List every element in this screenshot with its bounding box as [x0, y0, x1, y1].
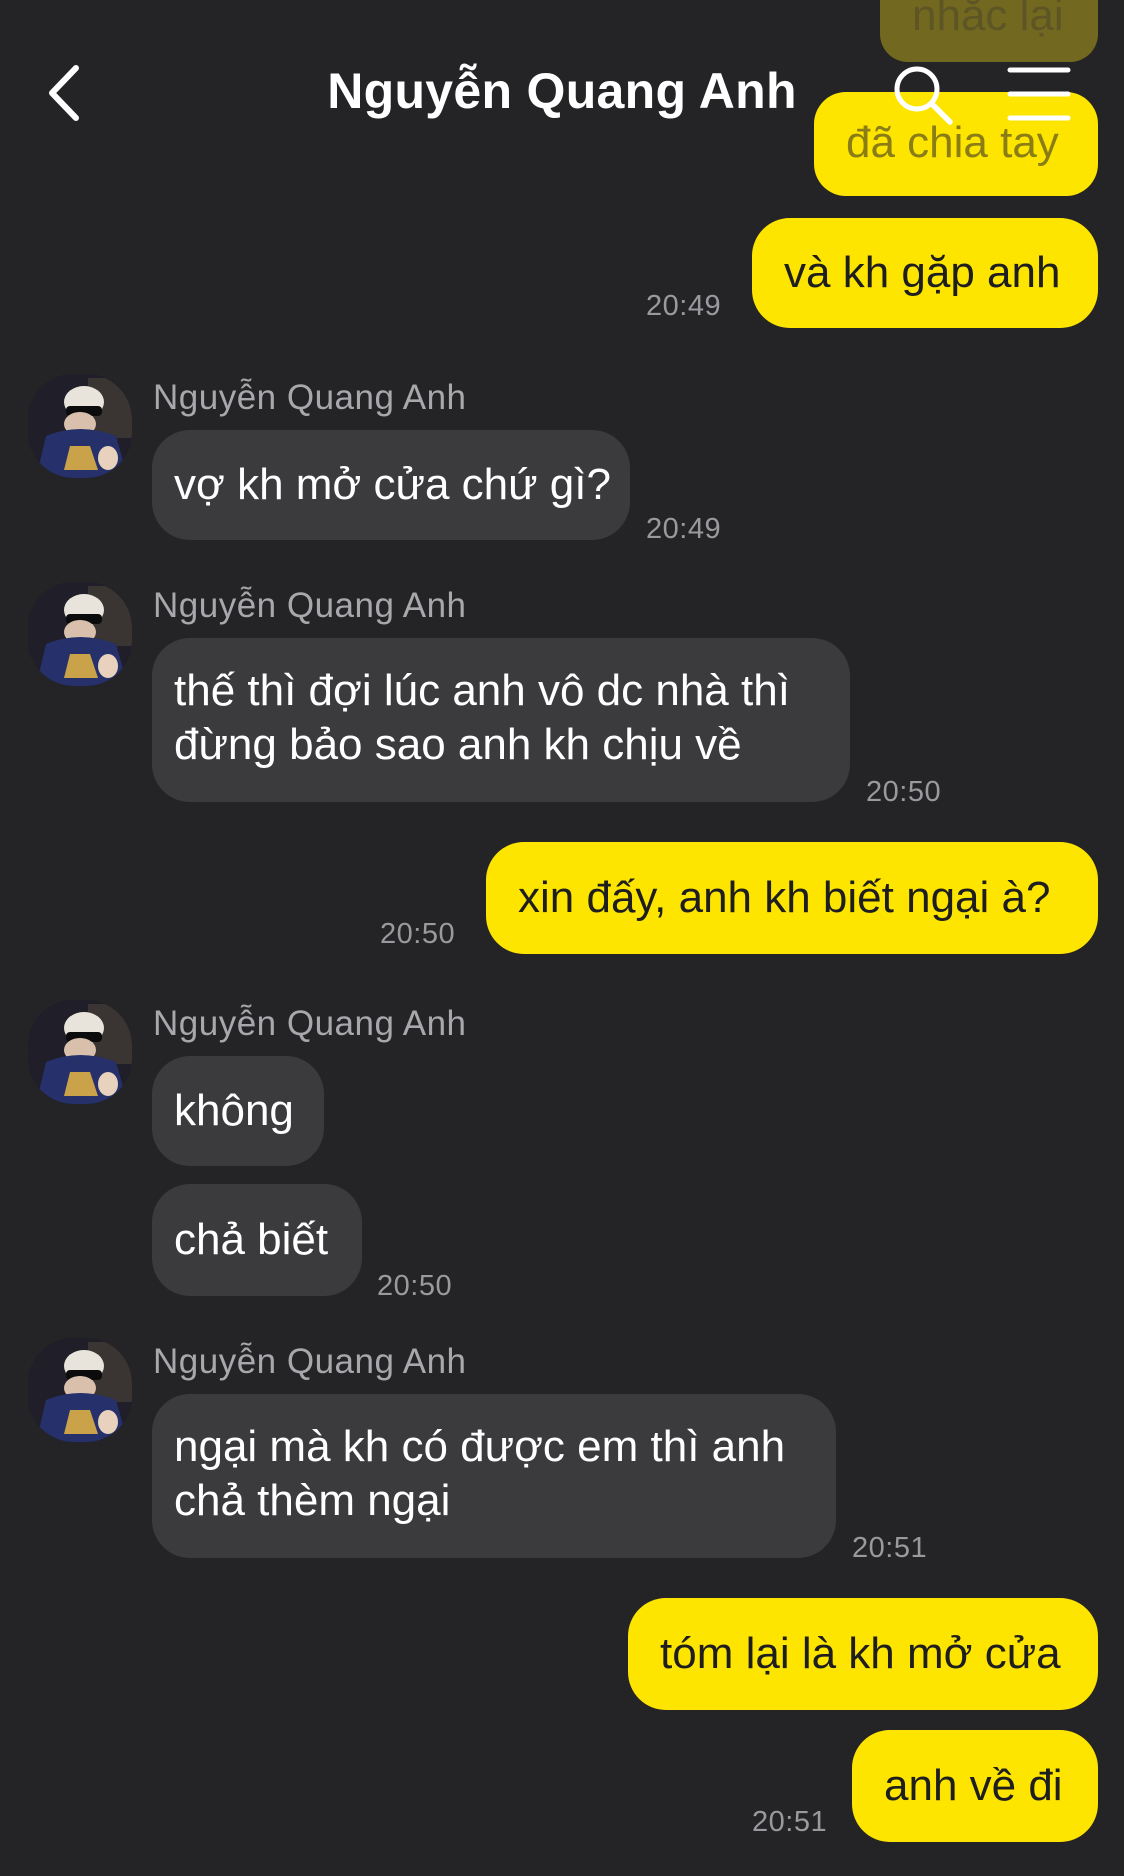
hamburger-menu-icon[interactable]: [1006, 64, 1072, 124]
message-text: tóm lại là kh mở cửa: [660, 1629, 1061, 1678]
message-text: chả biết: [174, 1215, 329, 1264]
avatar[interactable]: [28, 374, 132, 478]
avatar[interactable]: [28, 1338, 132, 1442]
message-timestamp: 20:51: [852, 1532, 928, 1564]
message-text: không: [174, 1086, 294, 1135]
chat-window: nhắc lại đã chia tay Nguyễn Quang Anh và…: [0, 0, 1124, 1876]
message-text: anh về đi: [884, 1761, 1063, 1810]
message-text-line: thế thì đợi lúc anh vô dc nhà thì: [174, 666, 790, 715]
message-bubble-incoming[interactable]: không: [152, 1056, 324, 1166]
chat-header: Nguyễn Quang Anh: [0, 0, 1124, 190]
message-text-line: đừng bảo sao anh kh chịu về: [174, 720, 742, 769]
sender-name: Nguyễn Quang Anh: [153, 1342, 467, 1381]
message-bubble-incoming[interactable]: thế thì đợi lúc anh vô dc nhà thì đừng b…: [152, 638, 850, 802]
sender-name: Nguyễn Quang Anh: [153, 1004, 467, 1043]
message-timestamp: 20:50: [866, 776, 942, 808]
message-timestamp: 20:49: [646, 513, 722, 545]
message-bubble-outgoing[interactable]: và kh gặp anh: [752, 218, 1098, 328]
message-timestamp: 20:50: [377, 1270, 453, 1302]
message-bubble-incoming[interactable]: vợ kh mở cửa chứ gì?: [152, 430, 630, 540]
sender-name: Nguyễn Quang Anh: [153, 586, 467, 625]
sender-name: Nguyễn Quang Anh: [153, 378, 467, 417]
message-text: và kh gặp anh: [784, 248, 1061, 297]
message-timestamp: 20:50: [380, 918, 456, 950]
message-bubble-outgoing[interactable]: tóm lại là kh mở cửa: [628, 1598, 1098, 1710]
avatar[interactable]: [28, 582, 132, 686]
message-bubble-incoming[interactable]: ngại mà kh có được em thì anh chả thèm n…: [152, 1394, 836, 1558]
message-bubble-outgoing[interactable]: anh về đi: [852, 1730, 1098, 1842]
message-bubble-outgoing[interactable]: xin đấy, anh kh biết ngại à?: [486, 842, 1098, 954]
search-icon[interactable]: [890, 62, 956, 128]
message-bubble-incoming[interactable]: chả biết: [152, 1184, 362, 1296]
message-text: vợ kh mở cửa chứ gì?: [174, 460, 611, 509]
avatar[interactable]: [28, 1000, 132, 1104]
message-timestamp: 20:51: [752, 1806, 828, 1838]
message-timestamp: 20:49: [646, 290, 722, 322]
message-text: xin đấy, anh kh biết ngại à?: [518, 873, 1051, 922]
message-text-line: chả thèm ngại: [174, 1476, 451, 1525]
message-text-line: ngại mà kh có được em thì anh: [174, 1422, 786, 1471]
